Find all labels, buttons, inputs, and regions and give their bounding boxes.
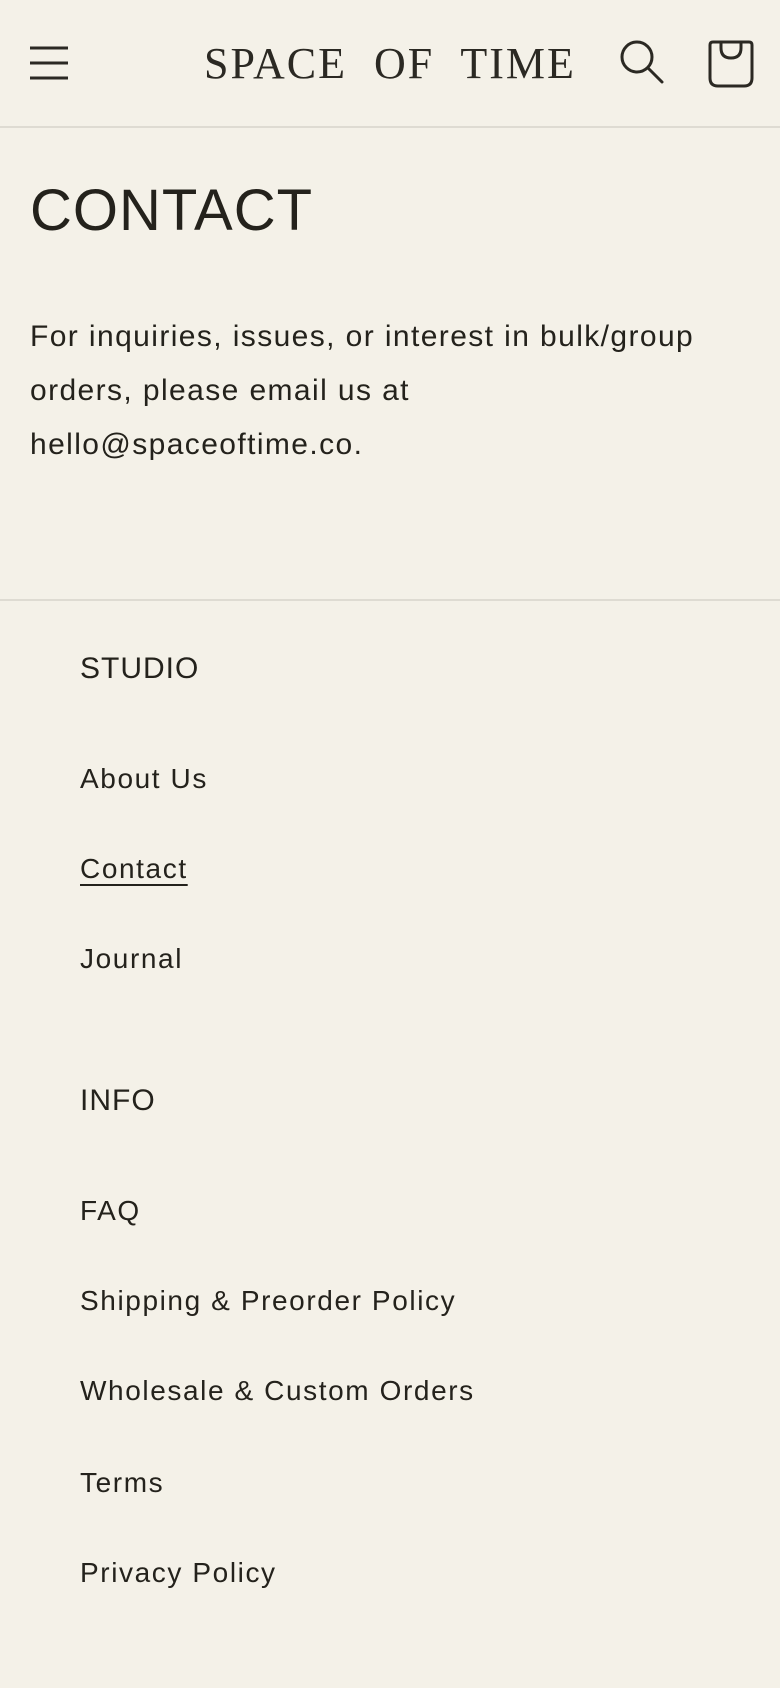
footer-link-terms[interactable]: Terms [80,1463,164,1503]
footer-divider [0,599,780,601]
footer-link-faq[interactable]: FAQ [80,1191,141,1231]
cart-button[interactable] [706,36,756,90]
footer-link-privacy-policy[interactable]: Privacy Policy [80,1553,277,1593]
hamburger-menu-icon [30,46,68,80]
search-button[interactable] [618,38,666,86]
site-logo[interactable]: SPACE OF TIME [200,34,580,94]
footer-link-journal[interactable]: Journal [80,939,183,979]
footer-heading-studio: STUDIO [80,652,200,685]
footer-link-about-us[interactable]: About Us [80,759,208,799]
site-header: SPACE OF TIME [0,0,780,128]
footer-heading-info: INFO [80,1084,156,1117]
footer-link-contact[interactable]: Contact [80,849,188,889]
footer-link-shipping-preorder-policy[interactable]: Shipping & Preorder Policy [80,1281,456,1321]
menu-button[interactable] [26,40,72,86]
shopping-bag-icon [708,40,754,88]
search-icon [620,40,664,84]
contact-intro-text: For inquiries, issues, or interest in bu… [30,320,695,461]
page-title: CONTACT [30,178,314,243]
footer-link-wholesale-custom-orders[interactable]: Wholesale & Custom Orders [80,1371,475,1411]
